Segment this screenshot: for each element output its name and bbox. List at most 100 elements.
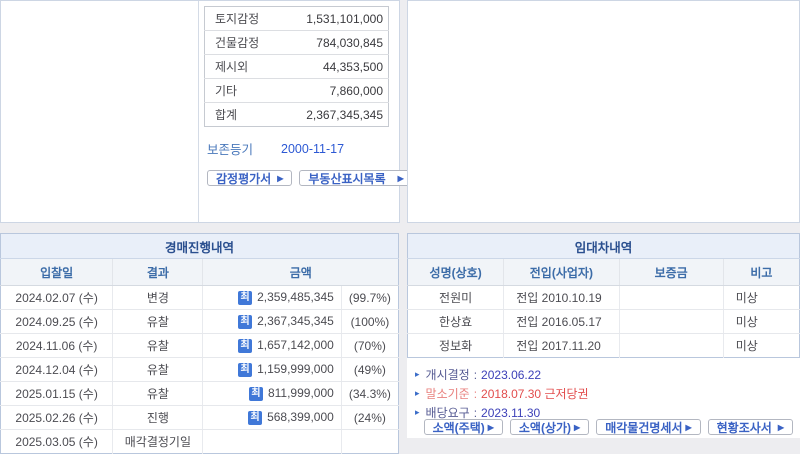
bid-result: 유찰	[113, 358, 203, 382]
table-row: 기타 7,860,000	[205, 79, 389, 103]
col-header-move-in: 전입(사업자)	[504, 259, 619, 286]
small-amount-housing-button[interactable]: 소액(주택) ▶	[424, 419, 503, 435]
bid-result: 변경	[113, 286, 203, 310]
note-colon: :	[474, 368, 477, 382]
bullet-icon: ▸	[415, 388, 420, 399]
bid-date: 2024.02.07 (수)	[1, 286, 113, 310]
table-row: 2025.02.26 (수) 진행 최568,399,000 (24%)	[1, 406, 399, 430]
arrow-right-icon: ▶	[574, 423, 580, 432]
col-header-note: 비고	[723, 259, 799, 286]
button-label: 소액(상가)	[519, 419, 571, 436]
tenant-move-in: 전입 2016.05.17	[504, 310, 619, 334]
case-detail-panel	[407, 0, 800, 223]
col-header-deposit: 보증금	[619, 259, 723, 286]
auction-progress-section: 경매진행내역 입찰일 결과 금액 2024.02.07 (수) 변경 최2,35…	[0, 233, 399, 438]
arrow-right-icon: ▶	[398, 174, 404, 183]
small-amount-commercial-button[interactable]: 소액(상가) ▶	[510, 419, 589, 435]
auction-table-title: 경매진행내역	[1, 234, 399, 259]
table-header-row: 입찰일 결과 금액	[1, 259, 399, 286]
bid-amount: 최811,999,000	[203, 382, 341, 406]
note-label: 개시결정	[426, 366, 470, 383]
bid-result: 매각결정기일	[113, 430, 203, 454]
button-label: 소액(주택)	[433, 419, 485, 436]
note-value: 2023.11.30	[481, 406, 540, 420]
button-label: 부동산표시목록	[308, 170, 385, 187]
appraisal-value: 44,353,500	[278, 55, 388, 79]
appraisal-table: 토지감정 1,531,101,000 건물감정 784,030,845 제시외 …	[204, 6, 389, 127]
property-list-button[interactable]: 부동산표시목록 ▶	[299, 170, 412, 186]
bid-result: 유찰	[113, 310, 203, 334]
table-row: 2025.01.15 (수) 유찰 최811,999,000 (34.3%)	[1, 382, 399, 406]
registry-line: 보존등기 2000-11-17	[207, 139, 389, 158]
tenant-deposit	[619, 334, 723, 358]
bid-amount: 최568,399,000	[203, 406, 341, 430]
arrow-right-icon: ▶	[277, 174, 283, 183]
table-row: 2024.09.25 (수) 유찰 최2,367,345,345 (100%)	[1, 310, 399, 334]
property-summary-panel: 토지감정 1,531,101,000 건물감정 784,030,845 제시외 …	[0, 0, 400, 223]
min-price-badge: 최	[238, 291, 252, 305]
bid-percent: (24%)	[341, 406, 398, 430]
tenant-note: 미상	[723, 310, 799, 334]
bid-date: 2024.11.06 (수)	[1, 334, 113, 358]
col-header-amount: 금액	[203, 259, 399, 286]
appraisal-label: 건물감정	[205, 31, 279, 55]
bid-date: 2025.02.26 (수)	[1, 406, 113, 430]
lease-section: 임대차내역 성명(상호) 전입(사업자) 보증금 비고 전원미 전입 2010.…	[407, 233, 800, 438]
bid-result: 유찰	[113, 382, 203, 406]
bid-result: 유찰	[113, 334, 203, 358]
button-label: 감정평가서	[216, 170, 271, 187]
bullet-icon: ▸	[415, 407, 420, 418]
tenant-move-in: 전입 2017.11.20	[504, 334, 619, 358]
bid-percent: (70%)	[341, 334, 398, 358]
tenant-note: 미상	[723, 286, 799, 310]
appraisal-value: 7,860,000	[278, 79, 388, 103]
auction-progress-table: 경매진행내역 입찰일 결과 금액 2024.02.07 (수) 변경 최2,35…	[0, 233, 399, 454]
min-price-badge: 최	[238, 339, 252, 353]
appraisal-label: 합계	[205, 103, 279, 127]
table-row: 2025.03.05 (수) 매각결정기일	[1, 430, 399, 454]
tenant-name: 한상효	[408, 310, 504, 334]
tenant-name: 전원미	[408, 286, 504, 310]
appraisal-value: 2,367,345,345	[278, 103, 388, 127]
table-row: 한상효 전입 2016.05.17 미상	[408, 310, 800, 334]
case-key-dates: ▸ 개시결정 : 2023.06.22 ▸ 말소기준 : 2018.07.30 …	[415, 365, 800, 422]
min-price-badge: 최	[248, 411, 262, 425]
table-header-row: 성명(상호) 전입(사업자) 보증금 비고	[408, 259, 800, 286]
appraisal-label: 제시외	[205, 55, 279, 79]
bid-percent: (99.7%)	[341, 286, 398, 310]
tenant-deposit	[619, 310, 723, 334]
min-price-badge: 최	[238, 363, 252, 377]
table-row: 2024.02.07 (수) 변경 최2,359,485,345 (99.7%)	[1, 286, 399, 310]
bid-amount: 최1,657,142,000	[203, 334, 341, 358]
registry-date: 2000-11-17	[281, 142, 344, 156]
bid-date: 2025.03.05 (수)	[1, 430, 113, 454]
table-row: 합계 2,367,345,345	[205, 103, 389, 127]
arrow-right-icon: ▶	[685, 423, 691, 432]
appraisal-label: 토지감정	[205, 7, 279, 31]
table-row: 2024.12.04 (수) 유찰 최1,159,999,000 (49%)	[1, 358, 399, 382]
table-row: 건물감정 784,030,845	[205, 31, 389, 55]
lease-table: 임대차내역 성명(상호) 전입(사업자) 보증금 비고 전원미 전입 2010.…	[407, 233, 800, 358]
lease-button-row: 소액(주택) ▶ 소액(상가) ▶ 매각물건명세서 ▶ 현황조사서 ▶	[424, 419, 793, 435]
bid-amount: 최1,159,999,000	[203, 358, 341, 382]
appraisal-summary: 토지감정 1,531,101,000 건물감정 784,030,845 제시외 …	[199, 1, 399, 222]
arrow-right-icon: ▶	[488, 423, 494, 432]
tenant-move-in: 전입 2010.10.19	[504, 286, 619, 310]
status-survey-button[interactable]: 현황조사서 ▶	[708, 419, 793, 435]
appraisal-button-row: 감정평가서 ▶ 부동산표시목록 ▶	[207, 170, 389, 186]
table-row: 전원미 전입 2010.10.19 미상	[408, 286, 800, 310]
appraisal-label: 기타	[205, 79, 279, 103]
tenant-note: 미상	[723, 334, 799, 358]
tenant-name: 정보화	[408, 334, 504, 358]
min-price-badge: 최	[249, 387, 263, 401]
bullet-icon: ▸	[415, 369, 420, 380]
lease-table-title: 임대차내역	[408, 234, 800, 259]
appraisal-value: 1,531,101,000	[278, 7, 388, 31]
bid-date: 2024.12.04 (수)	[1, 358, 113, 382]
min-price-badge: 최	[238, 315, 252, 329]
bid-percent: (34.3%)	[341, 382, 398, 406]
col-header-result: 결과	[113, 259, 203, 286]
sale-item-statement-button[interactable]: 매각물건명세서 ▶	[596, 419, 700, 435]
note-value: 2023.06.22	[481, 368, 541, 382]
appraisal-report-button[interactable]: 감정평가서 ▶	[207, 170, 292, 186]
